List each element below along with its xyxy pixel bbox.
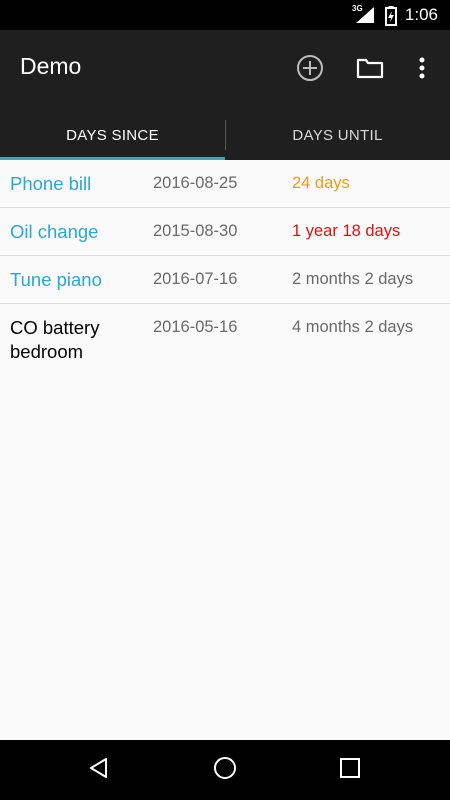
more-vert-icon (418, 56, 426, 85)
signal-icon (356, 7, 376, 28)
tab-bar: DAYS SINCE DAYS UNTIL (0, 110, 450, 160)
item-date: 2016-07-16 (153, 270, 238, 288)
item-date: 2016-05-16 (153, 318, 238, 336)
tab-days-since[interactable]: DAYS SINCE (0, 110, 225, 160)
recents-icon (339, 757, 361, 784)
battery-icon (385, 6, 397, 31)
event-list: Phone bill 2016-08-25 24 days Oil change… (0, 160, 450, 376)
list-item[interactable]: CO battery bedroom 2016-05-16 4 months 2… (0, 304, 450, 376)
folder-button[interactable] (350, 50, 390, 90)
add-circle-icon (296, 54, 324, 87)
item-elapsed: 4 months 2 days (292, 318, 414, 336)
list-item[interactable]: Phone bill 2016-08-25 24 days (0, 160, 450, 208)
home-button[interactable] (210, 755, 240, 785)
item-elapsed: 1 year 18 days (292, 222, 401, 240)
navigation-bar (0, 740, 450, 800)
status-bar: 3G 1:06 (0, 0, 450, 30)
back-button[interactable] (84, 755, 114, 785)
item-name: Phone bill (10, 173, 92, 194)
add-button[interactable] (290, 50, 330, 90)
item-elapsed: 2 months 2 days (292, 270, 414, 288)
item-elapsed: 24 days (292, 174, 350, 192)
item-date: 2015-08-30 (153, 222, 238, 240)
item-date: 2016-08-25 (153, 174, 238, 192)
list-item[interactable]: Oil change 2015-08-30 1 year 18 days (0, 208, 450, 256)
clock: 1:06 (404, 5, 438, 24)
item-name: CO battery bedroom (10, 317, 100, 362)
overflow-menu-button[interactable] (402, 50, 442, 90)
home-icon (212, 755, 238, 786)
tab-days-until[interactable]: DAYS UNTIL (225, 110, 450, 160)
list-item[interactable]: Tune piano 2016-07-16 2 months 2 days (0, 256, 450, 304)
item-name: Tune piano (10, 269, 102, 290)
recents-button[interactable] (335, 755, 365, 785)
folder-icon (356, 56, 384, 85)
item-name: Oil change (10, 221, 99, 242)
app-title: Demo (20, 53, 82, 79)
app-bar: Demo (0, 30, 450, 110)
back-icon (87, 756, 111, 785)
